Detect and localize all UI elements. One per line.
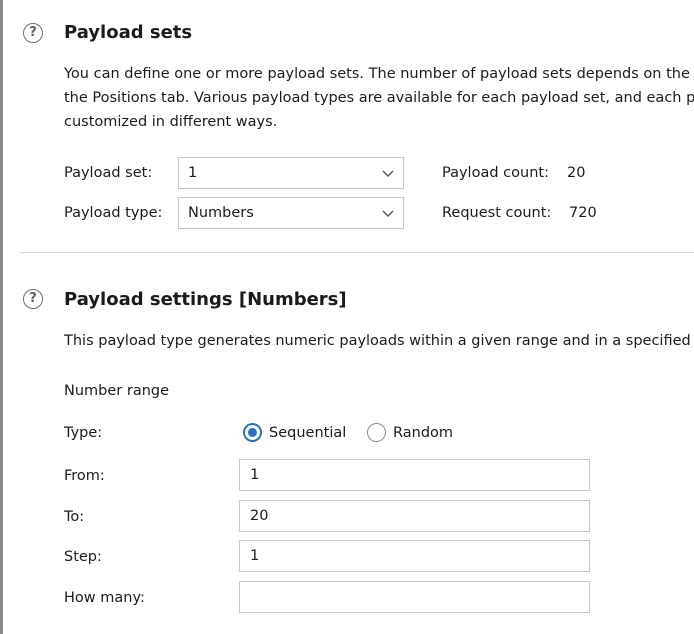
chevron-down-icon [382,170,394,177]
how-many-label: How many: [64,590,145,606]
payload-type-label: Payload type: [64,205,163,221]
request-count-label: Request count: [442,205,552,221]
payload-set-label: Payload set: [64,165,153,181]
payload-set-value: 1 [188,165,198,181]
step-label: Step: [64,549,102,565]
random-radio[interactable] [367,423,386,442]
request-count-value: 720 [569,205,597,221]
chevron-down-icon [382,210,394,217]
payload-sets-title: Payload sets [64,22,193,43]
to-label: To: [64,509,85,525]
help-icon[interactable]: ? [23,23,43,43]
payload-sets-description-line-3: customized in different ways. [64,114,278,130]
payload-count-value: 20 [567,165,586,181]
help-icon[interactable]: ? [23,289,43,309]
payload-type-dropdown[interactable]: Numbers [178,197,404,229]
from-input[interactable] [239,459,590,491]
sequential-radio[interactable] [243,423,262,442]
intruder-payloads-panel: ? Payload sets You can define one or mor… [0,0,694,634]
sequential-radio-label[interactable]: Sequential [269,424,346,442]
payload-settings-title: Payload settings [Numbers] [64,289,347,310]
payload-sets-description-line-2: the Positions tab. Various payload types… [64,90,694,106]
type-label: Type: [64,425,103,441]
section-divider [20,252,694,253]
payload-set-dropdown[interactable]: 1 [178,157,404,189]
to-input[interactable] [239,500,590,532]
number-range-label: Number range [64,383,170,399]
payload-settings-description: This payload type generates numeric payl… [64,333,694,349]
how-many-input[interactable] [239,581,590,613]
from-label: From: [64,468,105,484]
payload-count-label: Payload count: [442,165,549,181]
step-input[interactable] [239,540,590,572]
random-radio-label[interactable]: Random [393,424,453,442]
payload-type-value: Numbers [188,205,254,221]
payload-sets-description-line-1: You can define one or more payload sets.… [64,66,694,82]
